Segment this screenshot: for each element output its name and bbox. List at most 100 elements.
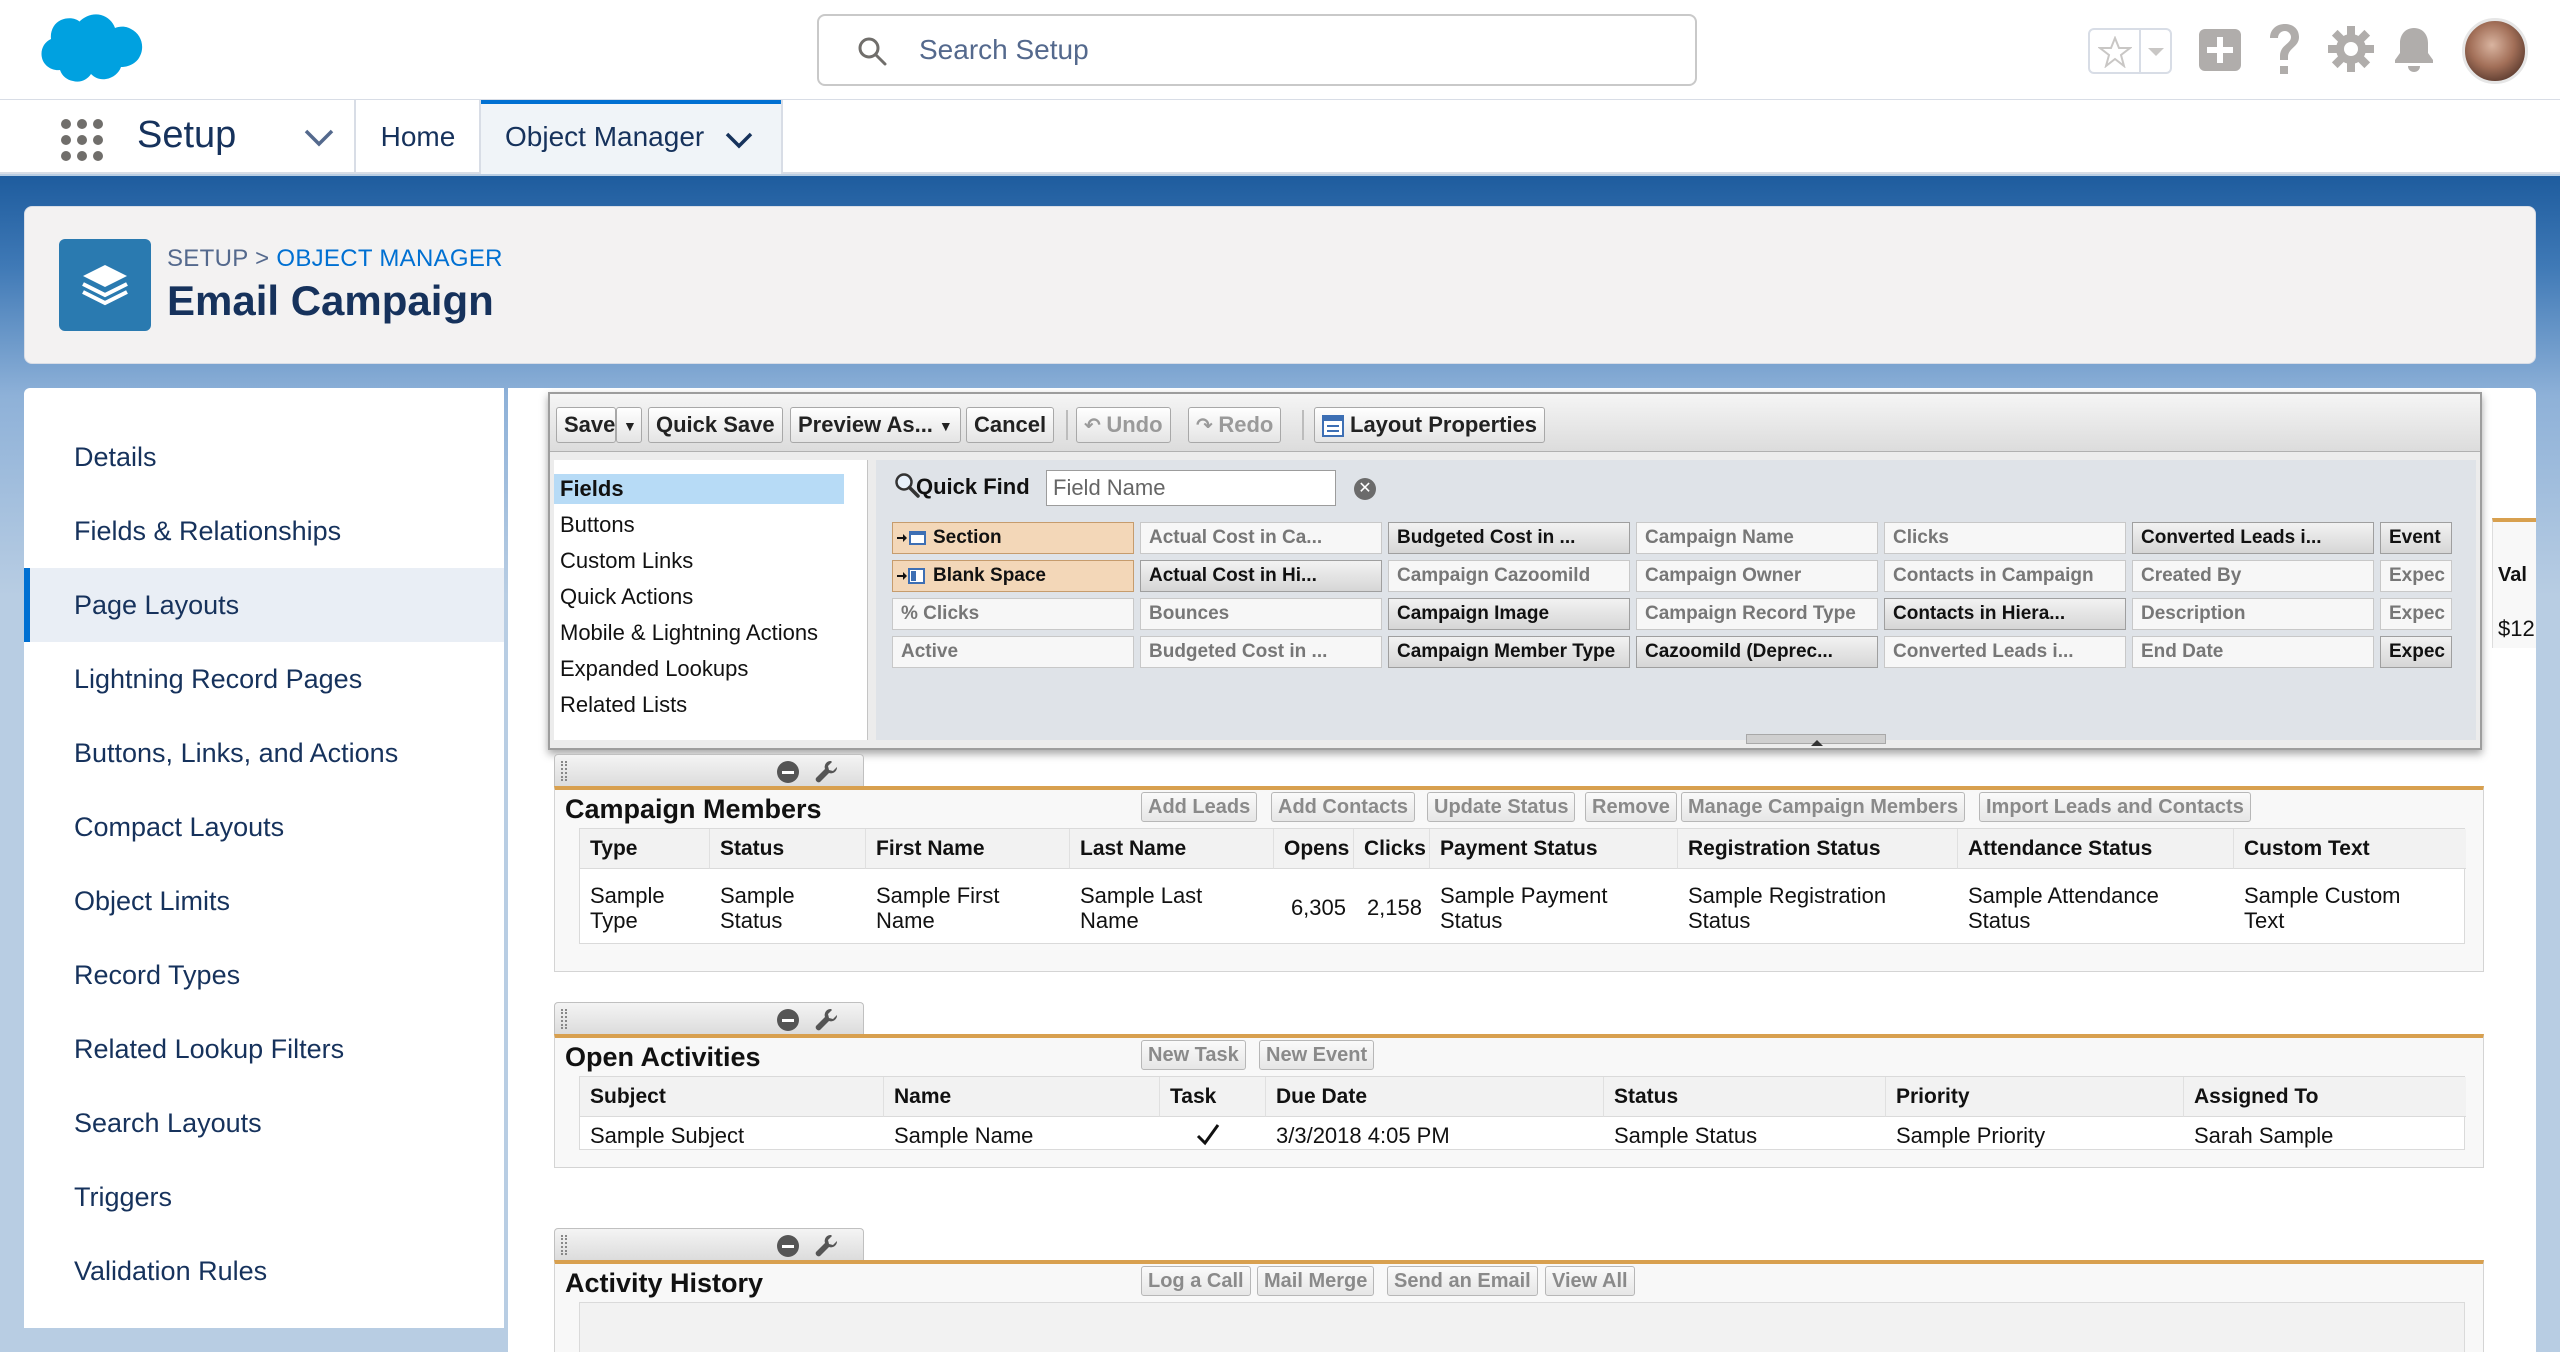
sidebar-item-page-layouts[interactable]: Page Layouts — [24, 568, 504, 642]
remove-section-icon[interactable] — [777, 761, 799, 783]
undo-button[interactable]: ↶ Undo — [1076, 407, 1171, 443]
gear-icon[interactable] — [2326, 24, 2376, 74]
quick-find-input[interactable] — [1046, 470, 1336, 506]
sidebar-item-validation-rules[interactable]: Validation Rules — [24, 1234, 504, 1308]
log-a-call-button[interactable]: Log a Call — [1141, 1266, 1251, 1296]
tab-object-manager[interactable]: Object Manager — [481, 100, 781, 174]
section-handle[interactable] — [554, 1002, 864, 1034]
sidebar-item-related-lookup-filters[interactable]: Related Lookup Filters — [24, 1012, 504, 1086]
sidebar-item-triggers[interactable]: Triggers — [24, 1160, 504, 1234]
app-launcher-icon[interactable] — [60, 118, 104, 162]
palette-field[interactable]: Clicks — [1884, 522, 2126, 554]
palette-field[interactable]: Actual Cost in Hi... — [1140, 560, 1382, 592]
quick-save-button[interactable]: Quick Save — [648, 407, 783, 443]
palette-category-fields[interactable]: Fields — [554, 474, 844, 504]
search-input[interactable] — [919, 30, 1659, 70]
sidebar-item-fields-relationships[interactable]: Fields & Relationships — [24, 494, 504, 568]
palette-field-blank-space[interactable]: Blank Space — [892, 560, 1134, 592]
sidebar-item-buttons-links-actions[interactable]: Buttons, Links, and Actions — [24, 716, 504, 790]
palette-field[interactable]: Active — [892, 636, 1134, 668]
breadcrumb-setup[interactable]: SETUP — [167, 245, 248, 272]
favorites-button[interactable] — [2088, 28, 2172, 74]
palette-field[interactable]: Expec — [2380, 598, 2452, 630]
palette-field-section[interactable]: Section — [892, 522, 1134, 554]
update-status-button[interactable]: Update Status — [1427, 792, 1576, 822]
palette-category-related-lists[interactable]: Related Lists — [554, 690, 854, 720]
palette-field[interactable]: Description — [2132, 598, 2374, 630]
related-list-open-activities[interactable]: Open Activities New Task New Event Subje… — [554, 1034, 2484, 1168]
import-leads-contacts-button[interactable]: Import Leads and Contacts — [1979, 792, 2251, 822]
palette-field[interactable]: Event — [2380, 522, 2452, 554]
palette-field[interactable]: Contacts in Campaign — [1884, 560, 2126, 592]
sidebar-item-object-limits[interactable]: Object Limits — [24, 864, 504, 938]
section-handle[interactable] — [554, 754, 864, 786]
new-task-button[interactable]: New Task — [1141, 1040, 1246, 1070]
drag-grip-icon[interactable] — [561, 1235, 567, 1255]
help-icon[interactable] — [2262, 22, 2306, 78]
salesforce-logo[interactable] — [30, 12, 148, 92]
palette-field[interactable]: Campaign Owner — [1636, 560, 1878, 592]
palette-field[interactable]: Campaign Record Type — [1636, 598, 1878, 630]
palette-field[interactable]: Campaign Member Type — [1388, 636, 1630, 668]
section-handle[interactable] — [554, 1228, 864, 1260]
palette-field[interactable]: Contacts in Hiera... — [1884, 598, 2126, 630]
search-setup[interactable] — [817, 14, 1697, 86]
palette-field[interactable]: % Clicks — [892, 598, 1134, 630]
palette-field[interactable]: Cazoomild (Deprec... — [1636, 636, 1878, 668]
palette-field[interactable]: Campaign Name — [1636, 522, 1878, 554]
add-icon[interactable] — [2198, 28, 2242, 72]
palette-field[interactable]: Campaign Image — [1388, 598, 1630, 630]
mail-merge-button[interactable]: Mail Merge — [1257, 1266, 1375, 1296]
save-button[interactable]: Save — [556, 407, 616, 443]
preview-as-button[interactable]: Preview As... ▼ — [790, 407, 961, 443]
palette-category-expanded-lookups[interactable]: Expanded Lookups — [554, 654, 854, 684]
palette-field[interactable]: Converted Leads i... — [2132, 522, 2374, 554]
remove-button[interactable]: Remove — [1585, 792, 1677, 822]
palette-category-mobile-lightning-actions[interactable]: Mobile & Lightning Actions — [554, 618, 854, 648]
palette-field[interactable]: Actual Cost in Ca... — [1140, 522, 1382, 554]
layout-properties-button[interactable]: Layout Properties — [1314, 407, 1546, 443]
related-list-campaign-members[interactable]: Campaign Members Add Leads Add Contacts … — [554, 786, 2484, 972]
cancel-button[interactable]: Cancel — [966, 407, 1055, 443]
sidebar-item-search-layouts[interactable]: Search Layouts — [24, 1086, 504, 1160]
related-list-activity-history[interactable]: Activity History Log a Call Mail Merge S… — [554, 1260, 2484, 1352]
palette-category-custom-links[interactable]: Custom Links — [554, 546, 854, 576]
notifications-bell-icon[interactable] — [2392, 24, 2436, 74]
wrench-icon[interactable] — [813, 1007, 839, 1033]
drag-grip-icon[interactable] — [561, 761, 567, 781]
manage-campaign-members-button[interactable]: Manage Campaign Members — [1681, 792, 1966, 822]
sidebar-item-record-types[interactable]: Record Types — [24, 938, 504, 1012]
wrench-icon[interactable] — [813, 1233, 839, 1259]
tab-home[interactable]: Home — [358, 100, 478, 174]
palette-resize-handle[interactable] — [1746, 734, 1886, 746]
user-avatar[interactable] — [2462, 18, 2528, 84]
palette-category-quick-actions[interactable]: Quick Actions — [554, 582, 854, 612]
save-dropdown-button[interactable]: ▼ — [616, 407, 642, 443]
chevron-down-icon[interactable] — [302, 126, 336, 150]
palette-field[interactable]: Budgeted Cost in ... — [1140, 636, 1382, 668]
palette-field[interactable]: Bounces — [1140, 598, 1382, 630]
palette-field[interactable]: Campaign Cazoomild — [1388, 560, 1630, 592]
palette-category-buttons[interactable]: Buttons — [554, 510, 854, 540]
palette-field[interactable]: Created By — [2132, 560, 2374, 592]
view-all-button[interactable]: View All — [1545, 1266, 1635, 1296]
new-event-button[interactable]: New Event — [1259, 1040, 1375, 1070]
wrench-icon[interactable] — [813, 759, 839, 785]
palette-field[interactable]: Converted Leads i... — [1884, 636, 2126, 668]
sidebar-item-details[interactable]: Details — [24, 420, 504, 494]
drag-grip-icon[interactable] — [561, 1009, 567, 1029]
breadcrumb-object-manager[interactable]: OBJECT MANAGER — [276, 245, 502, 272]
remove-section-icon[interactable] — [777, 1009, 799, 1031]
palette-field[interactable]: End Date — [2132, 636, 2374, 668]
palette-field[interactable]: Budgeted Cost in ... — [1388, 522, 1630, 554]
redo-button[interactable]: ↷ Redo — [1188, 407, 1282, 443]
add-leads-button[interactable]: Add Leads — [1141, 792, 1258, 822]
send-an-email-button[interactable]: Send an Email — [1387, 1266, 1538, 1296]
sidebar-item-lightning-record-pages[interactable]: Lightning Record Pages — [24, 642, 504, 716]
chevron-down-icon[interactable] — [724, 130, 754, 152]
remove-section-icon[interactable] — [777, 1235, 799, 1257]
sidebar-item-compact-layouts[interactable]: Compact Layouts — [24, 790, 504, 864]
clear-icon[interactable]: ✕ — [1354, 478, 1376, 500]
add-contacts-button[interactable]: Add Contacts — [1271, 792, 1415, 822]
palette-field[interactable]: Expec — [2380, 560, 2452, 592]
